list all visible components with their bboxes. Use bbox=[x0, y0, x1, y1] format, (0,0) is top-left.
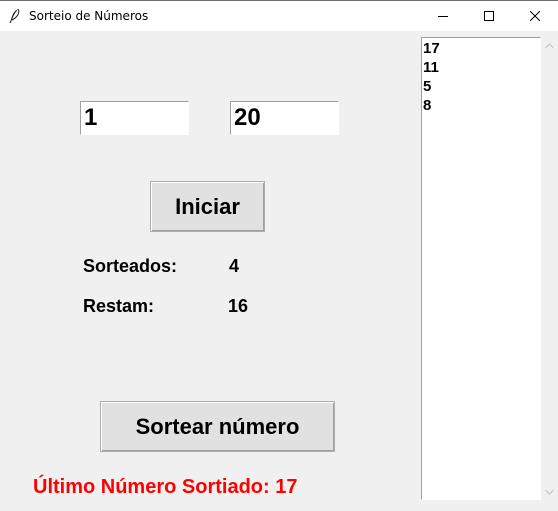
close-icon bbox=[530, 11, 540, 21]
max-number-input[interactable] bbox=[230, 101, 339, 135]
remaining-count-value: 16 bbox=[228, 296, 249, 316]
title-bar[interactable]: Sorteio de Números bbox=[0, 0, 558, 31]
list-item[interactable]: 5 bbox=[422, 77, 540, 96]
scroll-up-button[interactable] bbox=[541, 37, 558, 54]
start-button[interactable]: Iniciar bbox=[150, 181, 265, 232]
scroll-down-button[interactable] bbox=[541, 483, 558, 500]
maximize-button[interactable] bbox=[466, 1, 512, 31]
drawn-numbers-listbox[interactable]: 17 11 5 8 bbox=[421, 37, 541, 500]
app-window: Sorteio de Números Iniciar Sorteados: 4 … bbox=[0, 0, 558, 511]
last-drawn-number-label: Último Número Sortiado: 17 bbox=[33, 476, 298, 498]
remaining-count-label: Restam: bbox=[83, 296, 155, 316]
draw-number-button[interactable]: Sortear número bbox=[100, 401, 335, 452]
minimize-icon bbox=[438, 16, 448, 17]
list-item[interactable]: 17 bbox=[422, 39, 540, 58]
list-item[interactable]: 8 bbox=[422, 96, 540, 115]
close-button[interactable] bbox=[512, 1, 558, 31]
list-item[interactable]: 11 bbox=[422, 58, 540, 77]
minimize-button[interactable] bbox=[420, 1, 466, 31]
listbox-scrollbar[interactable] bbox=[541, 37, 558, 500]
window-title: Sorteio de Números bbox=[29, 9, 149, 23]
min-number-input[interactable] bbox=[80, 101, 189, 135]
chevron-down-icon bbox=[545, 489, 554, 495]
drawn-count-value: 4 bbox=[229, 256, 240, 276]
chevron-up-icon bbox=[545, 42, 554, 48]
feather-icon bbox=[8, 8, 22, 24]
drawn-count-label: Sorteados: bbox=[83, 256, 178, 276]
maximize-icon bbox=[484, 11, 494, 21]
